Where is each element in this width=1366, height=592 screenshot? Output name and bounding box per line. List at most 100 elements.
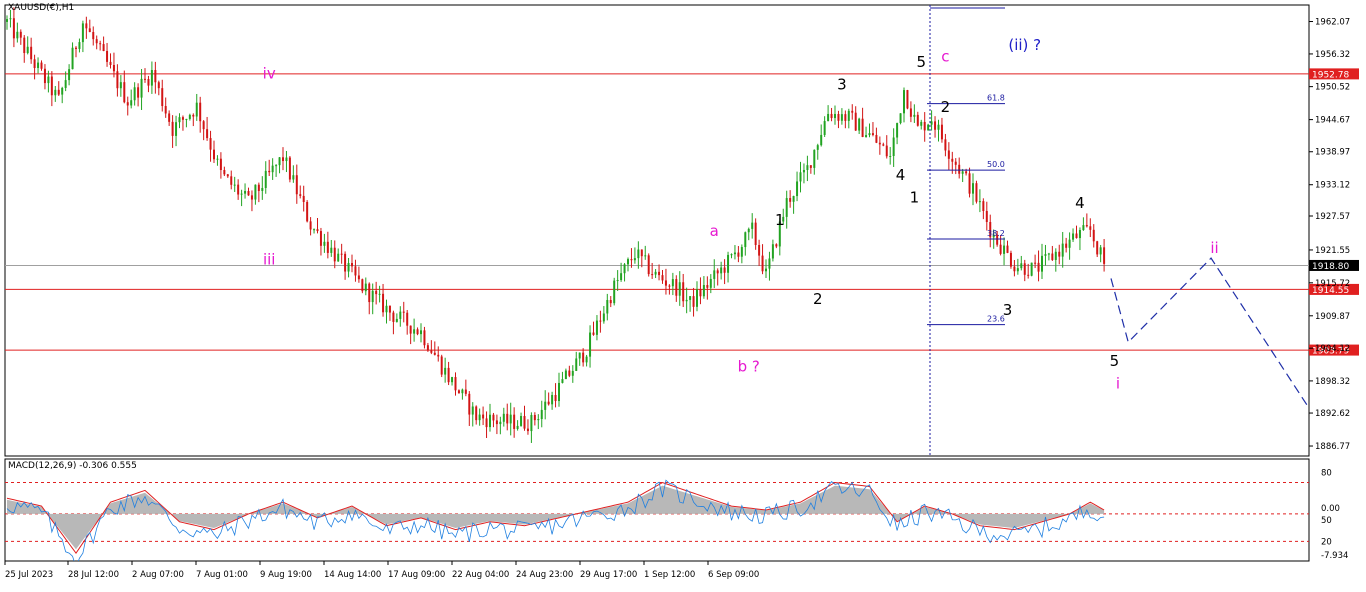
candle-body xyxy=(388,305,391,313)
candle-body xyxy=(975,183,978,202)
candle-body xyxy=(858,118,861,131)
candle-body xyxy=(482,414,485,419)
candle-body xyxy=(1061,243,1064,257)
macd-y-tick-label: -7.934 xyxy=(1321,551,1348,561)
candle-body xyxy=(578,352,581,359)
candle-body xyxy=(9,18,12,20)
candle-body xyxy=(292,175,295,180)
candle-body xyxy=(878,142,881,145)
candle-body xyxy=(444,367,447,375)
candle-body xyxy=(696,289,698,307)
candle-body xyxy=(875,134,878,143)
candle-body xyxy=(485,418,488,428)
candle-body xyxy=(558,382,560,402)
candle-body xyxy=(789,198,792,202)
candle-body xyxy=(157,82,160,89)
candle-body xyxy=(302,195,305,203)
candle-body xyxy=(385,305,388,313)
candle-body xyxy=(102,44,105,52)
y-tick-label: 1909.87 xyxy=(1315,312,1350,322)
candle-body xyxy=(951,158,954,162)
macd-y-tick-label: 0.00 xyxy=(1321,504,1340,514)
candle-body xyxy=(678,282,681,296)
candle-body xyxy=(1003,245,1006,254)
candle-body xyxy=(716,270,719,274)
candle-body xyxy=(854,112,857,131)
candle-body xyxy=(1068,239,1071,248)
candle-body xyxy=(985,210,988,222)
candle-body xyxy=(892,137,895,156)
candle-body xyxy=(1072,233,1075,240)
fib-level-label: 61.8 xyxy=(987,94,1005,103)
x-tick-label: 17 Aug 09:00 xyxy=(388,570,445,580)
candle-body xyxy=(882,144,885,146)
candle-body xyxy=(530,414,533,432)
wave-label: 5 xyxy=(1110,352,1120,370)
candle-body xyxy=(430,350,433,353)
candle-body xyxy=(844,114,847,121)
candle-body xyxy=(282,157,284,162)
candle-body xyxy=(513,414,516,429)
candle-body xyxy=(640,249,643,257)
fib-level-label: 50.0 xyxy=(987,160,1005,169)
candle-body xyxy=(689,296,692,300)
y-tick-label: 1921.55 xyxy=(1315,246,1350,256)
candle-body xyxy=(199,102,202,122)
candle-body xyxy=(247,191,250,196)
candle-body xyxy=(478,414,481,421)
macd-main-line xyxy=(6,479,1105,561)
candle-body xyxy=(930,121,933,125)
candle-body xyxy=(813,149,816,168)
candle-body xyxy=(661,275,664,281)
candle-body xyxy=(647,255,650,275)
candle-body xyxy=(12,18,15,39)
candle-body xyxy=(523,416,526,429)
candle-body xyxy=(582,352,585,363)
candle-body xyxy=(564,370,567,380)
candle-body xyxy=(927,124,930,131)
y-tick-label: 1927.57 xyxy=(1315,212,1350,222)
candle-body xyxy=(602,313,605,322)
candle-body xyxy=(623,264,626,274)
candle-body xyxy=(1075,233,1078,239)
candle-body xyxy=(299,194,302,196)
candle-body xyxy=(395,318,398,322)
candle-body xyxy=(937,124,940,130)
candle-body xyxy=(737,252,740,257)
candle-body xyxy=(747,228,750,233)
candle-body xyxy=(354,266,357,276)
x-tick-label: 1 Sep 12:00 xyxy=(644,570,695,580)
candle-body xyxy=(168,113,171,122)
wave-label: 2 xyxy=(941,98,951,116)
candle-body xyxy=(775,244,778,247)
candle-body xyxy=(40,62,43,69)
y-tick-label: 1944.67 xyxy=(1315,116,1350,126)
candle-body xyxy=(368,283,371,303)
candle-body xyxy=(906,90,909,109)
candle-body xyxy=(226,174,229,177)
candle-body xyxy=(1089,226,1092,230)
wave-label: c xyxy=(941,47,949,65)
candle-body xyxy=(6,19,8,22)
candle-body xyxy=(633,258,636,261)
candle-body xyxy=(544,401,547,410)
candle-body xyxy=(851,110,854,113)
candle-body xyxy=(313,229,316,231)
candle-body xyxy=(140,78,143,98)
candle-body xyxy=(654,271,657,275)
candle-body xyxy=(954,161,957,165)
candle-body xyxy=(71,47,74,70)
candle-body xyxy=(909,108,912,117)
candle-body xyxy=(934,121,937,130)
candle-body xyxy=(340,253,343,255)
candle-body xyxy=(437,354,440,357)
candle-body xyxy=(123,82,126,103)
candle-body xyxy=(916,114,919,126)
candle-body xyxy=(1016,268,1019,272)
macd-y-tick-label: 20 xyxy=(1321,537,1332,547)
x-tick-label: 29 Aug 17:00 xyxy=(580,570,637,580)
candle-body xyxy=(468,393,471,415)
candle-body xyxy=(347,263,350,272)
wave-label: 3 xyxy=(837,76,847,94)
candle-body xyxy=(1006,245,1009,253)
